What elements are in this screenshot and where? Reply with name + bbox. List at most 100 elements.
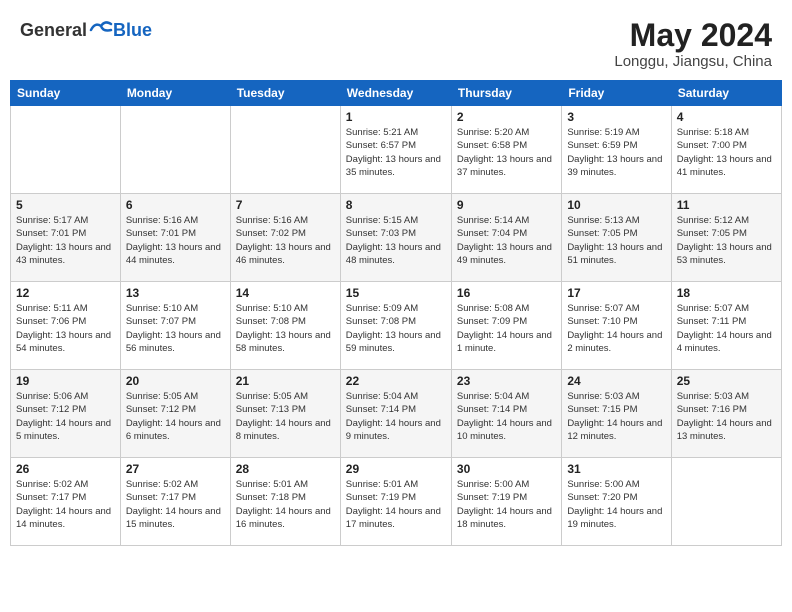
day-info: Sunrise: 5:06 AMSunset: 7:12 PMDaylight:… (16, 390, 115, 443)
calendar-cell: 4 Sunrise: 5:18 AMSunset: 7:00 PMDaylight… (671, 106, 781, 194)
calendar-table: SundayMondayTuesdayWednesdayThursdayFrid… (10, 80, 782, 546)
day-number: 12 (16, 286, 115, 300)
day-number: 29 (346, 462, 446, 476)
calendar-week-4: 19 Sunrise: 5:06 AMSunset: 7:12 PMDayligh… (11, 370, 782, 458)
day-info: Sunrise: 5:09 AMSunset: 7:08 PMDaylight:… (346, 302, 446, 355)
day-info: Sunrise: 5:16 AMSunset: 7:01 PMDaylight:… (126, 214, 225, 267)
logo-icon (89, 18, 113, 42)
calendar-cell: 12 Sunrise: 5:11 AMSunset: 7:06 PMDayligh… (11, 282, 121, 370)
day-info: Sunrise: 5:21 AMSunset: 6:57 PMDaylight:… (346, 126, 446, 179)
logo: General Blue (20, 18, 152, 42)
day-info: Sunrise: 5:16 AMSunset: 7:02 PMDaylight:… (236, 214, 335, 267)
logo-general: General (20, 20, 87, 41)
calendar-cell (120, 106, 230, 194)
calendar-cell: 13Sunrise: 5:10 AMSunset: 7:07 PMDayligh… (120, 282, 230, 370)
day-info: Sunrise: 5:14 AMSunset: 7:04 PMDaylight:… (457, 214, 556, 267)
day-info: Sunrise: 5:02 AMSunset: 7:17 PMDaylight:… (126, 478, 225, 531)
day-number: 20 (126, 374, 225, 388)
day-number: 31 (567, 462, 665, 476)
calendar-cell: 16 Sunrise: 5:08 AMSunset: 7:09 PMDayligh… (451, 282, 561, 370)
day-info: Sunrise: 5:07 AMSunset: 7:10 PMDaylight:… (567, 302, 665, 355)
day-number: 6 (126, 198, 225, 212)
day-info: Sunrise: 5:00 AMSunset: 7:20 PMDaylight:… (567, 478, 665, 531)
day-number: 30 (457, 462, 556, 476)
day-number: 23 (457, 374, 556, 388)
calendar-cell: 26Sunrise: 5:02 AMSunset: 7:17 PMDayligh… (11, 458, 121, 546)
weekday-header-thursday: Thursday (451, 81, 561, 106)
calendar-cell: 9 Sunrise: 5:14 AMSunset: 7:04 PMDaylight… (451, 194, 561, 282)
calendar-cell: 10 Sunrise: 5:13 AMSunset: 7:05 PMDayligh… (562, 194, 671, 282)
weekday-header-wednesday: Wednesday (340, 81, 451, 106)
weekday-header-monday: Monday (120, 81, 230, 106)
day-info: Sunrise: 5:17 AMSunset: 7:01 PMDaylight:… (16, 214, 115, 267)
day-info: Sunrise: 5:18 AMSunset: 7:00 PMDaylight:… (677, 126, 776, 179)
day-info: Sunrise: 5:04 AMSunset: 7:14 PMDaylight:… (346, 390, 446, 443)
day-number: 18 (677, 286, 776, 300)
calendar-cell: 15 Sunrise: 5:09 AMSunset: 7:08 PMDayligh… (340, 282, 451, 370)
day-info: Sunrise: 5:11 AMSunset: 7:06 PMDaylight:… (16, 302, 115, 355)
calendar-cell: 17Sunrise: 5:07 AMSunset: 7:10 PMDayligh… (562, 282, 671, 370)
calendar-cell: 22Sunrise: 5:04 AMSunset: 7:14 PMDayligh… (340, 370, 451, 458)
day-info: Sunrise: 5:01 AMSunset: 7:18 PMDaylight:… (236, 478, 335, 531)
day-info: Sunrise: 5:01 AMSunset: 7:19 PMDaylight:… (346, 478, 446, 531)
calendar-cell: 29 Sunrise: 5:01 AMSunset: 7:19 PMDayligh… (340, 458, 451, 546)
day-number: 11 (677, 198, 776, 212)
calendar-cell: 14 Sunrise: 5:10 AMSunset: 7:08 PMDayligh… (230, 282, 340, 370)
day-number: 14 (236, 286, 335, 300)
calendar-cell: 7 Sunrise: 5:16 AMSunset: 7:02 PMDaylight… (230, 194, 340, 282)
calendar-cell (11, 106, 121, 194)
day-number: 19 (16, 374, 115, 388)
day-number: 15 (346, 286, 446, 300)
day-info: Sunrise: 5:10 AMSunset: 7:08 PMDaylight:… (236, 302, 335, 355)
day-info: Sunrise: 5:05 AMSunset: 7:13 PMDaylight:… (236, 390, 335, 443)
weekday-header-row: SundayMondayTuesdayWednesdayThursdayFrid… (11, 81, 782, 106)
calendar-cell: 6 Sunrise: 5:16 AMSunset: 7:01 PMDaylight… (120, 194, 230, 282)
day-number: 16 (457, 286, 556, 300)
day-info: Sunrise: 5:03 AMSunset: 7:15 PMDaylight:… (567, 390, 665, 443)
logo-blue: Blue (113, 20, 152, 41)
calendar-cell: 30Sunrise: 5:00 AMSunset: 7:19 PMDayligh… (451, 458, 561, 546)
calendar-cell: 23 Sunrise: 5:04 AMSunset: 7:14 PMDayligh… (451, 370, 561, 458)
calendar-cell: 21 Sunrise: 5:05 AMSunset: 7:13 PMDayligh… (230, 370, 340, 458)
calendar-cell (230, 106, 340, 194)
calendar-week-2: 5 Sunrise: 5:17 AMSunset: 7:01 PMDaylight… (11, 194, 782, 282)
day-number: 5 (16, 198, 115, 212)
day-number: 13 (126, 286, 225, 300)
day-number: 7 (236, 198, 335, 212)
calendar-week-1: 1Sunrise: 5:21 AMSunset: 6:57 PMDaylight… (11, 106, 782, 194)
calendar-cell: 18 Sunrise: 5:07 AMSunset: 7:11 PMDayligh… (671, 282, 781, 370)
day-info: Sunrise: 5:15 AMSunset: 7:03 PMDaylight:… (346, 214, 446, 267)
calendar-cell: 27Sunrise: 5:02 AMSunset: 7:17 PMDayligh… (120, 458, 230, 546)
calendar-week-5: 26Sunrise: 5:02 AMSunset: 7:17 PMDayligh… (11, 458, 782, 546)
calendar-cell: 28Sunrise: 5:01 AMSunset: 7:18 PMDayligh… (230, 458, 340, 546)
weekday-header-sunday: Sunday (11, 81, 121, 106)
calendar-cell: 8Sunrise: 5:15 AMSunset: 7:03 PMDaylight… (340, 194, 451, 282)
day-number: 3 (567, 110, 665, 124)
day-number: 9 (457, 198, 556, 212)
calendar-cell: 11Sunrise: 5:12 AMSunset: 7:05 PMDayligh… (671, 194, 781, 282)
day-info: Sunrise: 5:05 AMSunset: 7:12 PMDaylight:… (126, 390, 225, 443)
calendar-cell: 3Sunrise: 5:19 AMSunset: 6:59 PMDaylight… (562, 106, 671, 194)
location-title: Longgu, Jiangsu, China (614, 53, 772, 70)
day-info: Sunrise: 5:04 AMSunset: 7:14 PMDaylight:… (457, 390, 556, 443)
calendar-cell: 20 Sunrise: 5:05 AMSunset: 7:12 PMDayligh… (120, 370, 230, 458)
day-number: 10 (567, 198, 665, 212)
page-header: General Blue May 2024 Longgu, Jiangsu, C… (10, 10, 782, 74)
day-info: Sunrise: 5:07 AMSunset: 7:11 PMDaylight:… (677, 302, 776, 355)
calendar-cell: 24 Sunrise: 5:03 AMSunset: 7:15 PMDayligh… (562, 370, 671, 458)
day-number: 21 (236, 374, 335, 388)
day-info: Sunrise: 5:20 AMSunset: 6:58 PMDaylight:… (457, 126, 556, 179)
calendar-cell: 5 Sunrise: 5:17 AMSunset: 7:01 PMDaylight… (11, 194, 121, 282)
calendar-cell: 19 Sunrise: 5:06 AMSunset: 7:12 PMDayligh… (11, 370, 121, 458)
calendar-cell: 31 Sunrise: 5:00 AMSunset: 7:20 PMDayligh… (562, 458, 671, 546)
day-number: 24 (567, 374, 665, 388)
calendar-week-3: 12 Sunrise: 5:11 AMSunset: 7:06 PMDayligh… (11, 282, 782, 370)
calendar-cell: 25Sunrise: 5:03 AMSunset: 7:16 PMDayligh… (671, 370, 781, 458)
calendar-cell: 1Sunrise: 5:21 AMSunset: 6:57 PMDaylight… (340, 106, 451, 194)
day-number: 4 (677, 110, 776, 124)
day-number: 25 (677, 374, 776, 388)
weekday-header-friday: Friday (562, 81, 671, 106)
month-title: May 2024 (614, 18, 772, 53)
day-info: Sunrise: 5:13 AMSunset: 7:05 PMDaylight:… (567, 214, 665, 267)
day-info: Sunrise: 5:08 AMSunset: 7:09 PMDaylight:… (457, 302, 556, 355)
